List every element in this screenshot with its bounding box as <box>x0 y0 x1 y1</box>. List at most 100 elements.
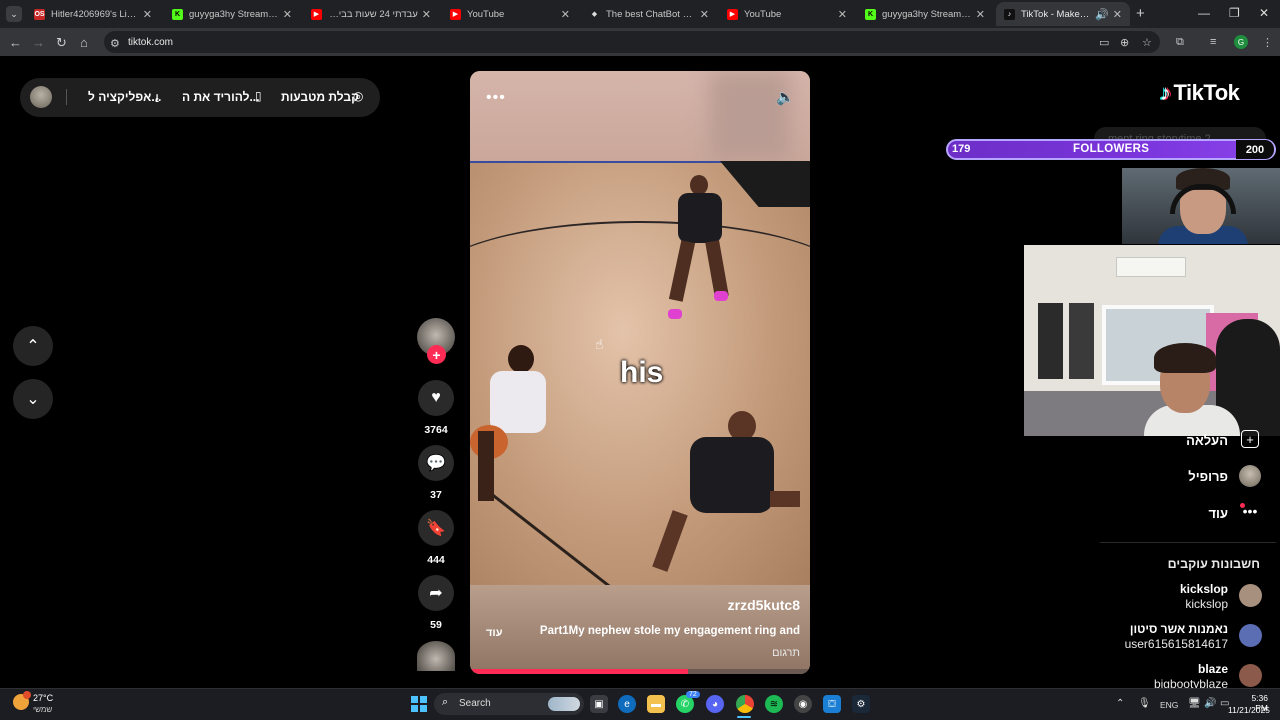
previous-video-button[interactable]: ⌃ <box>13 326 53 366</box>
back-button[interactable]: ← <box>9 35 22 50</box>
more-label[interactable]: עוד <box>1208 506 1228 521</box>
forward-button[interactable]: → <box>32 35 45 50</box>
account-handle[interactable]: user615615814617 <box>1125 637 1228 651</box>
store-icon[interactable]: ⛋ <box>823 695 841 713</box>
save-button[interactable]: 🔖 <box>418 510 454 546</box>
tiktok-note-icon: ♪ <box>1160 80 1171 105</box>
court-arc <box>470 221 810 341</box>
reading-list-icon[interactable]: ≡ <box>1210 36 1216 48</box>
close-tab-icon[interactable]: ✕ <box>1113 8 1122 21</box>
user-avatar[interactable] <box>30 86 52 108</box>
upload-label[interactable]: העלאה <box>1186 433 1228 448</box>
tab-youtube[interactable]: ▶ YouTube ✕ <box>442 2 578 26</box>
account-name[interactable]: kickslop <box>1180 582 1228 596</box>
edge-icon[interactable]: e <box>618 695 636 713</box>
account-avatar[interactable] <box>1239 584 1262 607</box>
air-conditioner <box>1116 257 1186 277</box>
tab-kick-stream-2[interactable]: K guyyga3hy Stream - Kick ✕ <box>857 2 993 26</box>
profile-label[interactable]: פרופיל <box>1188 469 1228 484</box>
follow-plus-icon[interactable]: + <box>427 345 446 364</box>
volume-icon[interactable]: 🔈 <box>776 88 795 106</box>
tab-title: YouTube <box>467 8 505 20</box>
chrome-icon[interactable] <box>736 695 754 713</box>
video-player[interactable]: his ••• 🔈 zrzd5kutc8 Part1My nephew stol… <box>470 71 810 674</box>
kick-favicon-icon: K <box>172 8 183 20</box>
language-indicator[interactable]: ENG <box>1160 700 1178 710</box>
network-icon[interactable]: 🖥 <box>1188 698 1201 709</box>
tab-tiktok[interactable]: ♪ TikTok - Make Your D 🔊 ✕ <box>996 2 1130 26</box>
account-name[interactable]: נאמנות אשר סיטון <box>1130 622 1228 636</box>
tray-overflow-icon[interactable]: ⌃ <box>1116 698 1124 709</box>
close-window-button[interactable]: ✕ <box>1259 6 1269 20</box>
profile-avatar[interactable]: G <box>1234 35 1248 49</box>
bookmark-star-icon[interactable]: ☆ <box>1142 36 1152 49</box>
next-video-button[interactable]: ⌄ <box>13 379 53 419</box>
notification-dot <box>1240 503 1245 508</box>
home-button[interactable]: ⌂ <box>80 35 88 50</box>
zoom-icon[interactable]: ⊕ <box>1120 36 1129 49</box>
menu-kebab-icon[interactable]: ⋮ <box>1262 36 1273 49</box>
following-accounts-title: חשבונות עוקבים <box>1167 557 1260 571</box>
restore-button[interactable]: ❐ <box>1229 6 1240 20</box>
tab-chatbot[interactable]: ◆ The best ChatBot and Wi ✕ <box>581 2 717 26</box>
app-link[interactable]: אפליקציה ל... <box>88 90 161 104</box>
video-author[interactable]: zrzd5kutc8 <box>728 597 800 613</box>
upload-plus-icon[interactable]: + <box>1241 430 1259 448</box>
tab-kick-stream[interactable]: K guyyga3hy Stream - Kick ✕ <box>164 2 300 26</box>
file-explorer-icon[interactable]: ▬ <box>647 695 665 713</box>
close-tab-icon[interactable]: ✕ <box>422 8 431 21</box>
close-tab-icon[interactable]: ✕ <box>700 8 709 21</box>
spotify-icon[interactable]: ≋ <box>765 695 783 713</box>
steam-icon[interactable]: ⚙ <box>852 695 870 713</box>
translate-link[interactable]: תרגום <box>772 647 800 659</box>
tab-search-button[interactable]: ⌄ <box>6 6 22 22</box>
reload-button[interactable]: ↻ <box>56 35 67 51</box>
tiktok-logo[interactable]: ♪ TikTok <box>1160 80 1240 106</box>
close-tab-icon[interactable]: ✕ <box>838 8 847 21</box>
task-view-icon[interactable]: ▣ <box>590 695 608 713</box>
start-button[interactable] <box>411 696 427 712</box>
account-avatar[interactable] <box>1239 624 1262 647</box>
share-button[interactable]: ➦ <box>418 575 454 611</box>
account-handle[interactable]: kickslop <box>1185 597 1228 611</box>
share-arrow-icon: ➦ <box>429 585 443 602</box>
tab-title: עבדתי 24 שעות בבית קפה <box>328 8 418 20</box>
cast-icon[interactable]: ▭ <box>1099 36 1109 49</box>
speaker-icon[interactable]: 🔊 <box>1095 8 1109 21</box>
video-description: Part1My nephew stole my engagement ring … <box>539 625 800 637</box>
site-info-icon[interactable]: ⚙ <box>110 37 120 50</box>
microphone-icon[interactable]: 🎙 <box>1138 698 1151 709</box>
volume-icon[interactable]: 🔊 <box>1204 698 1216 709</box>
close-tab-icon[interactable]: ✕ <box>283 8 292 21</box>
close-tab-icon[interactable]: ✕ <box>976 8 985 21</box>
new-tab-button[interactable]: + <box>1136 5 1145 22</box>
tab-library[interactable]: OS Hitler4206969's Library | L ✕ <box>26 2 160 26</box>
minimize-button[interactable]: — <box>1198 6 1210 20</box>
download-app-link[interactable]: להוריד את ה... <box>182 90 259 104</box>
obs-icon[interactable]: ◉ <box>794 695 812 713</box>
like-button[interactable]: ♥ <box>418 380 454 416</box>
tab-title: guyyga3hy Stream - Kick <box>882 8 972 20</box>
address-bar[interactable] <box>104 31 1160 53</box>
sound-disc-avatar[interactable] <box>417 641 455 671</box>
profile-avatar-icon[interactable] <box>1239 465 1261 487</box>
close-tab-icon[interactable]: ✕ <box>143 8 152 21</box>
see-more-link[interactable]: עוד <box>486 627 503 639</box>
tab-youtube-cafe[interactable]: ▶ עבדתי 24 שעות בבית קפה ✕ <box>303 2 439 26</box>
account-avatar[interactable] <box>1239 664 1262 687</box>
weather-temperature[interactable]: 27°C <box>33 693 53 703</box>
comment-button[interactable]: 💬 <box>418 445 454 481</box>
close-tab-icon[interactable]: ✕ <box>561 8 570 21</box>
discord-icon[interactable]: ◕ <box>706 695 724 713</box>
account-name[interactable]: blaze <box>1198 662 1228 676</box>
extensions-icon[interactable]: ⧉ <box>1176 36 1184 49</box>
more-options-icon[interactable]: ••• <box>486 89 506 107</box>
windows-taskbar <box>0 688 1280 720</box>
url-text[interactable]: tiktok.com <box>128 37 173 48</box>
active-app-indicator <box>737 716 751 718</box>
clock-date[interactable]: 11/21/2025 <box>1228 705 1270 715</box>
logo-text: TikTok <box>1173 80 1240 105</box>
sidebar-divider <box>1100 542 1276 543</box>
tab-youtube-2[interactable]: ▶ YouTube ✕ <box>719 2 855 26</box>
get-coins-link[interactable]: קבלת מטבעות <box>281 90 359 104</box>
